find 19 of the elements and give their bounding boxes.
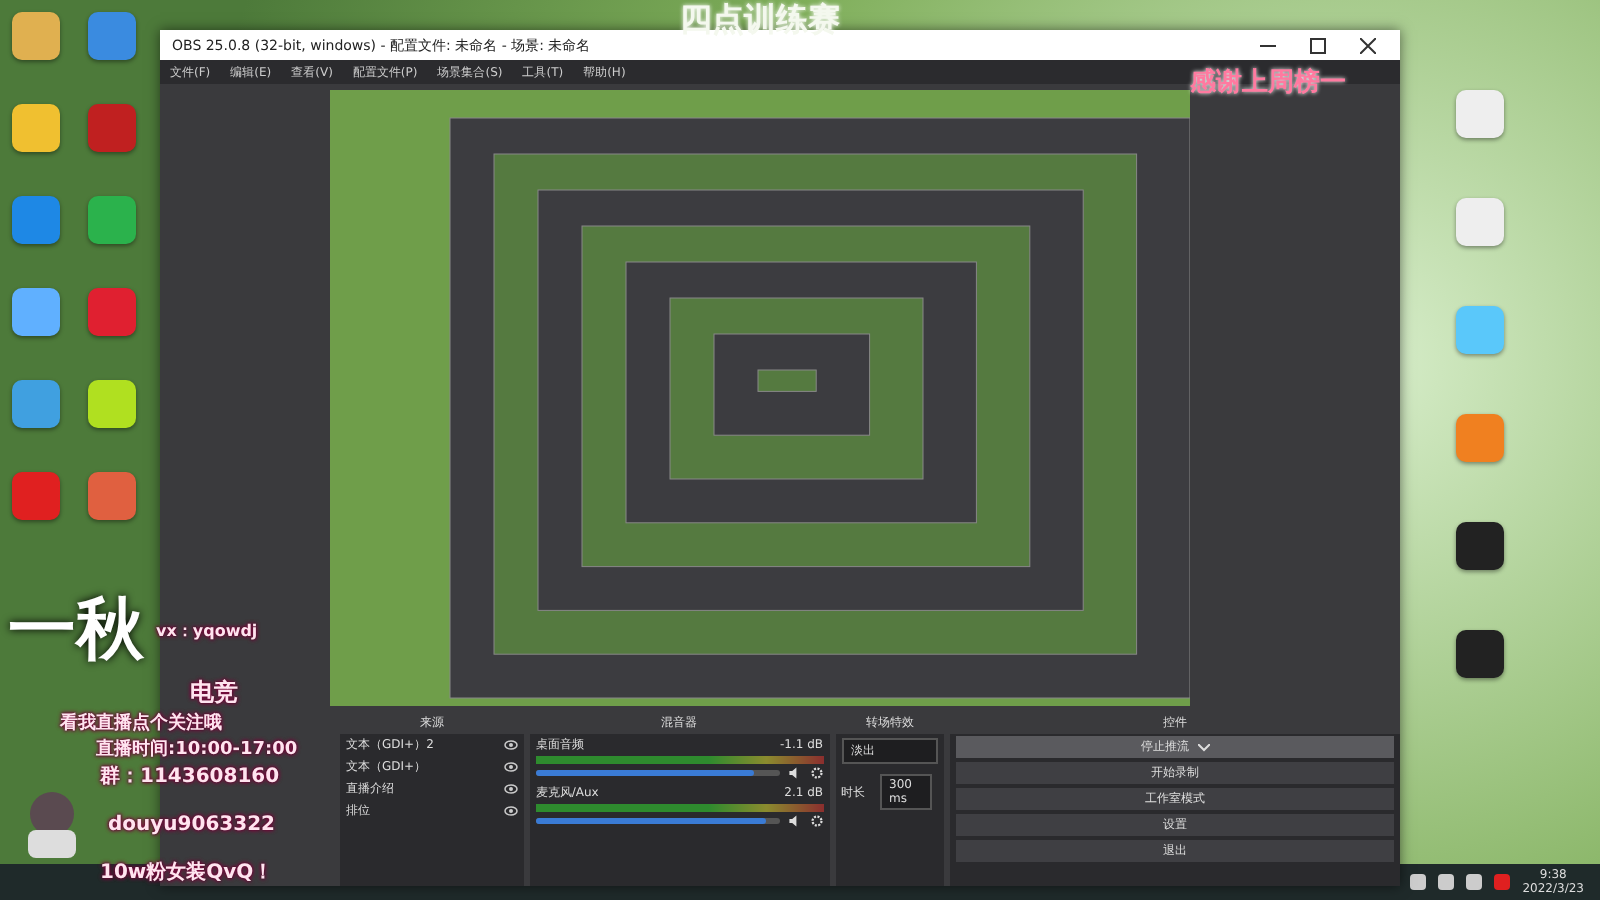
logo-subtitle: 电竞 — [190, 676, 238, 710]
eye-icon[interactable] — [503, 740, 518, 750]
close-icon[interactable] — [1360, 37, 1376, 53]
schedule-text: 直播时间:10:00-17:00 — [96, 736, 298, 762]
follow-text: 看我直播点个关注哦 — [60, 710, 222, 736]
fans-text: 10w粉女装QvQ！ — [100, 859, 274, 886]
douyu-id: douyu9063322 — [108, 813, 275, 835]
maximize-icon[interactable] — [1310, 37, 1326, 53]
caret-icon — [1197, 743, 1210, 751]
settings-icon[interactable] — [809, 814, 824, 828]
eye-icon[interactable] — [503, 784, 518, 794]
eye-icon[interactable] — [503, 806, 518, 816]
wechat-id: vx：yqowdj — [156, 619, 258, 641]
settings-icon[interactable] — [809, 766, 824, 780]
group-text: 群：1143608160 — [100, 763, 280, 790]
eye-icon[interactable] — [503, 762, 518, 772]
thanks-text: 感谢上周榜一 — [1190, 65, 1346, 100]
stream-logo: 一秋 — [8, 588, 144, 674]
event-title: 四点训练赛 — [680, 0, 840, 42]
